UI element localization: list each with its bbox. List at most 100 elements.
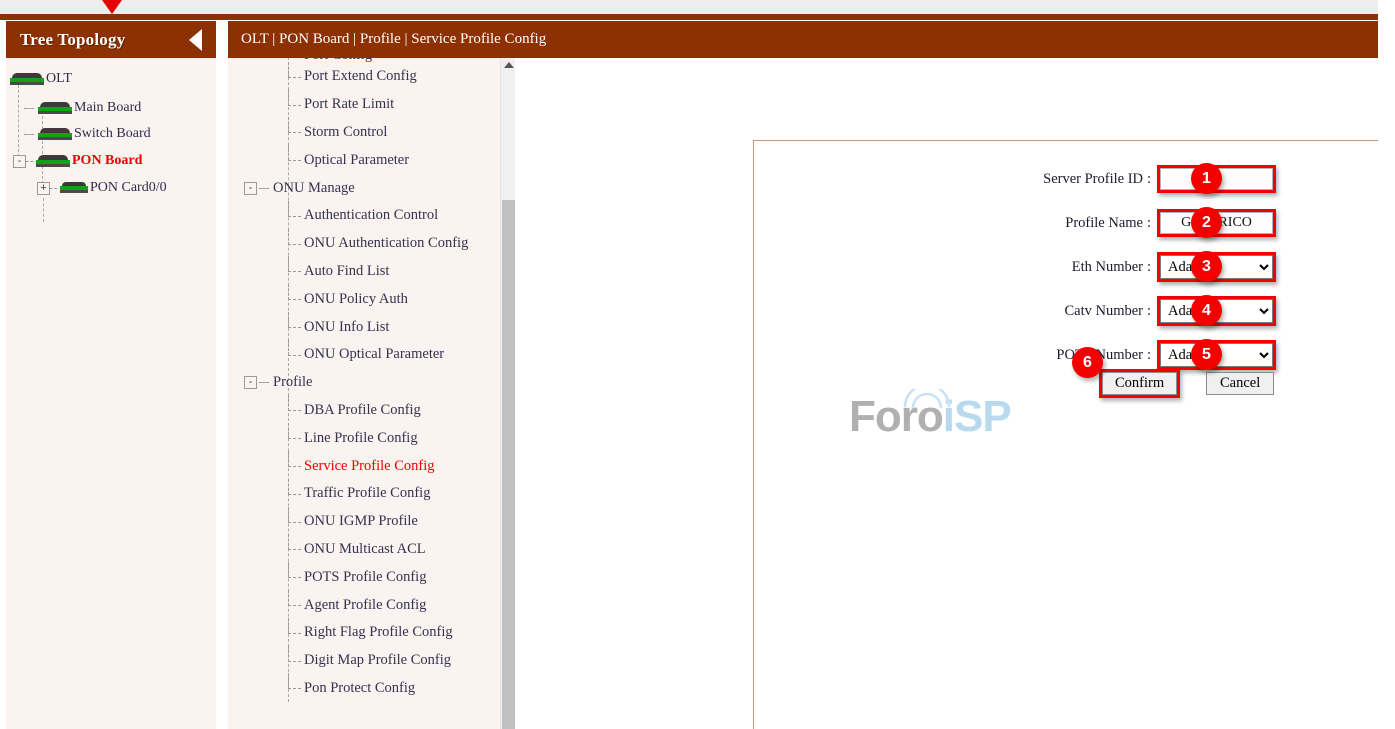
field-colon: :	[1147, 258, 1152, 275]
menu-item-authentication-control[interactable]: Authentication Control	[244, 200, 513, 230]
scrollbar-thumb[interactable]	[502, 200, 515, 729]
menu-item-onu-optical-parameter[interactable]: ONU Optical Parameter	[244, 339, 513, 369]
menu-item-label: ONU Info List	[304, 318, 390, 335]
menu-item-storm-control[interactable]: Storm Control	[244, 117, 513, 147]
scroll-up-arrow-icon[interactable]	[504, 62, 514, 68]
tree-node-pon-board[interactable]: - PON Board	[6, 148, 216, 174]
menu-item-agent-profile-config[interactable]: Agent Profile Config	[244, 590, 513, 619]
menu-group-toggle[interactable]: -	[244, 181, 257, 195]
tree-node-main-board[interactable]: Main Board	[6, 95, 216, 121]
menu-connector	[280, 534, 304, 555]
tree-collapse-toggle[interactable]: -	[13, 154, 26, 168]
menu-item-line-profile-config[interactable]: Line Profile Config	[244, 423, 513, 452]
highlight-box-6: Confirm	[1099, 369, 1181, 398]
menu-connector	[280, 228, 304, 250]
menu-item-traffic-profile-config[interactable]: Traffic Profile Config	[244, 478, 513, 508]
config-menu-scrollbar[interactable]	[500, 58, 515, 729]
menu-group-toggle[interactable]: -	[244, 376, 257, 390]
menu-connector	[280, 562, 304, 583]
tree-connector	[24, 133, 34, 135]
field-label: Eth Number	[1071, 258, 1143, 275]
menu-item-label: Service Profile Config	[304, 457, 435, 474]
device-board-icon	[38, 101, 72, 115]
menu-item-label: ONU Optical Parameter	[304, 346, 445, 363]
config-menu-panel: Port ConfigPort Extend ConfigPort Rate L…	[228, 58, 513, 729]
menu-connector	[280, 645, 304, 667]
menu-connector	[280, 256, 304, 277]
menu-item-label: ONU Manage	[273, 179, 355, 196]
tree-connector	[26, 160, 33, 162]
menu-connector	[280, 339, 304, 361]
menu-item-label: ONU IGMP Profile	[304, 513, 418, 530]
cancel-button[interactable]: Cancel	[1206, 372, 1275, 395]
tree-node-switch-board[interactable]: Switch Board	[6, 121, 216, 147]
menu-connector	[259, 382, 269, 384]
menu-connector	[280, 617, 304, 639]
tree-expand-toggle[interactable]: +	[37, 181, 50, 195]
field-row-profile-name: Profile Name : 2	[1039, 201, 1277, 245]
menu-item-optical-parameter[interactable]: Optical Parameter	[244, 145, 513, 174]
menu-item-label: ONU Authentication Config	[304, 235, 469, 252]
confirm-button[interactable]: Confirm	[1102, 372, 1178, 395]
menu-item-pots-profile-config[interactable]: POTS Profile Config	[244, 562, 513, 591]
device-board-icon	[38, 127, 72, 141]
menu-item-label: Pon Protect Config	[304, 679, 416, 696]
field-colon: :	[1147, 346, 1152, 363]
menu-item-onu-authentication-config[interactable]: ONU Authentication Config	[244, 228, 513, 258]
menu-connector	[280, 395, 304, 416]
breadcrumb-bar: OLT | PON Board | Profile | Service Prof…	[228, 21, 1378, 58]
field-label: Server Profile ID	[1043, 170, 1143, 187]
config-menu-list: Port ConfigPort Extend ConfigPort Rate L…	[228, 58, 513, 703]
menu-item-pon-protect-config[interactable]: Pon Protect Config	[244, 673, 513, 703]
menu-item-digit-map-profile-config[interactable]: Digit Map Profile Config	[244, 645, 513, 675]
tree-connector	[50, 187, 57, 189]
menu-connector	[280, 506, 304, 528]
menu-connector	[280, 145, 304, 166]
tree-connector	[24, 107, 34, 109]
menu-item-auto-find-list[interactable]: Auto Find List	[244, 256, 513, 286]
menu-item-dba-profile-config[interactable]: DBA Profile Config	[244, 395, 513, 425]
form-button-row: Confirm Cancel 6	[1072, 347, 1275, 398]
menu-connector	[259, 187, 269, 189]
menu-item-profile[interactable]: - Profile	[244, 369, 513, 397]
menu-item-label: Storm Control	[304, 123, 388, 140]
menu-connector	[280, 451, 304, 472]
menu-connector	[280, 117, 304, 138]
menu-item-label: Digit Map Profile Config	[304, 652, 452, 669]
menu-connector	[280, 61, 304, 83]
menu-item-port-extend-config[interactable]: Port Extend Config	[244, 61, 513, 91]
tree-node-pon-card[interactable]: + PON Card0/0	[6, 175, 216, 201]
menu-item-onu-multicast-acl[interactable]: ONU Multicast ACL	[244, 534, 513, 564]
field-colon: :	[1147, 214, 1152, 231]
device-board-icon	[36, 154, 70, 168]
annotation-badge-4: 4	[1191, 295, 1222, 326]
field-label: Catv Number	[1064, 302, 1143, 319]
top-strip-rule	[0, 14, 1378, 20]
menu-item-label: ONU Multicast ACL	[304, 540, 426, 557]
menu-item-service-profile-config[interactable]: Service Profile Config	[244, 451, 513, 480]
menu-item-onu-policy-auth[interactable]: ONU Policy Auth	[244, 284, 513, 313]
annotation-badge-1: 1	[1191, 163, 1222, 194]
annotation-badge-2: 2	[1191, 207, 1222, 238]
menu-item-label: Port Extend Config	[304, 68, 417, 85]
collapse-left-arrow-icon[interactable]	[189, 28, 202, 51]
menu-connector	[280, 200, 304, 222]
menu-item-onu-igmp-profile[interactable]: ONU IGMP Profile	[244, 506, 513, 536]
menu-item-port-rate-limit[interactable]: Port Rate Limit	[244, 89, 513, 119]
field-colon: :	[1147, 170, 1152, 187]
profile-form: Server Profile ID : 1 Profile Name : 2	[1039, 157, 1277, 377]
menu-item-label: ONU Policy Auth	[304, 290, 408, 307]
field-row-eth-number: Eth Number : Adapt01234 3	[1039, 245, 1277, 289]
field-colon: :	[1147, 302, 1152, 319]
annotation-badge-3: 3	[1191, 251, 1222, 282]
menu-item-label: Traffic Profile Config	[304, 485, 431, 502]
annotation-badge-6: 6	[1072, 347, 1103, 378]
menu-item-label: DBA Profile Config	[304, 401, 421, 418]
breadcrumb: OLT | PON Board | Profile | Service Prof…	[241, 31, 547, 47]
menu-item-onu-manage[interactable]: - ONU Manage	[244, 174, 513, 202]
tree-node-olt[interactable]: OLT	[6, 66, 216, 92]
menu-item-right-flag-profile-config[interactable]: Right Flag Profile Config	[244, 617, 513, 647]
app-root: Tree Topology OLT Main Board Switch Boar…	[0, 0, 1395, 729]
menu-connector	[280, 312, 304, 333]
menu-item-onu-info-list[interactable]: ONU Info List	[244, 312, 513, 341]
